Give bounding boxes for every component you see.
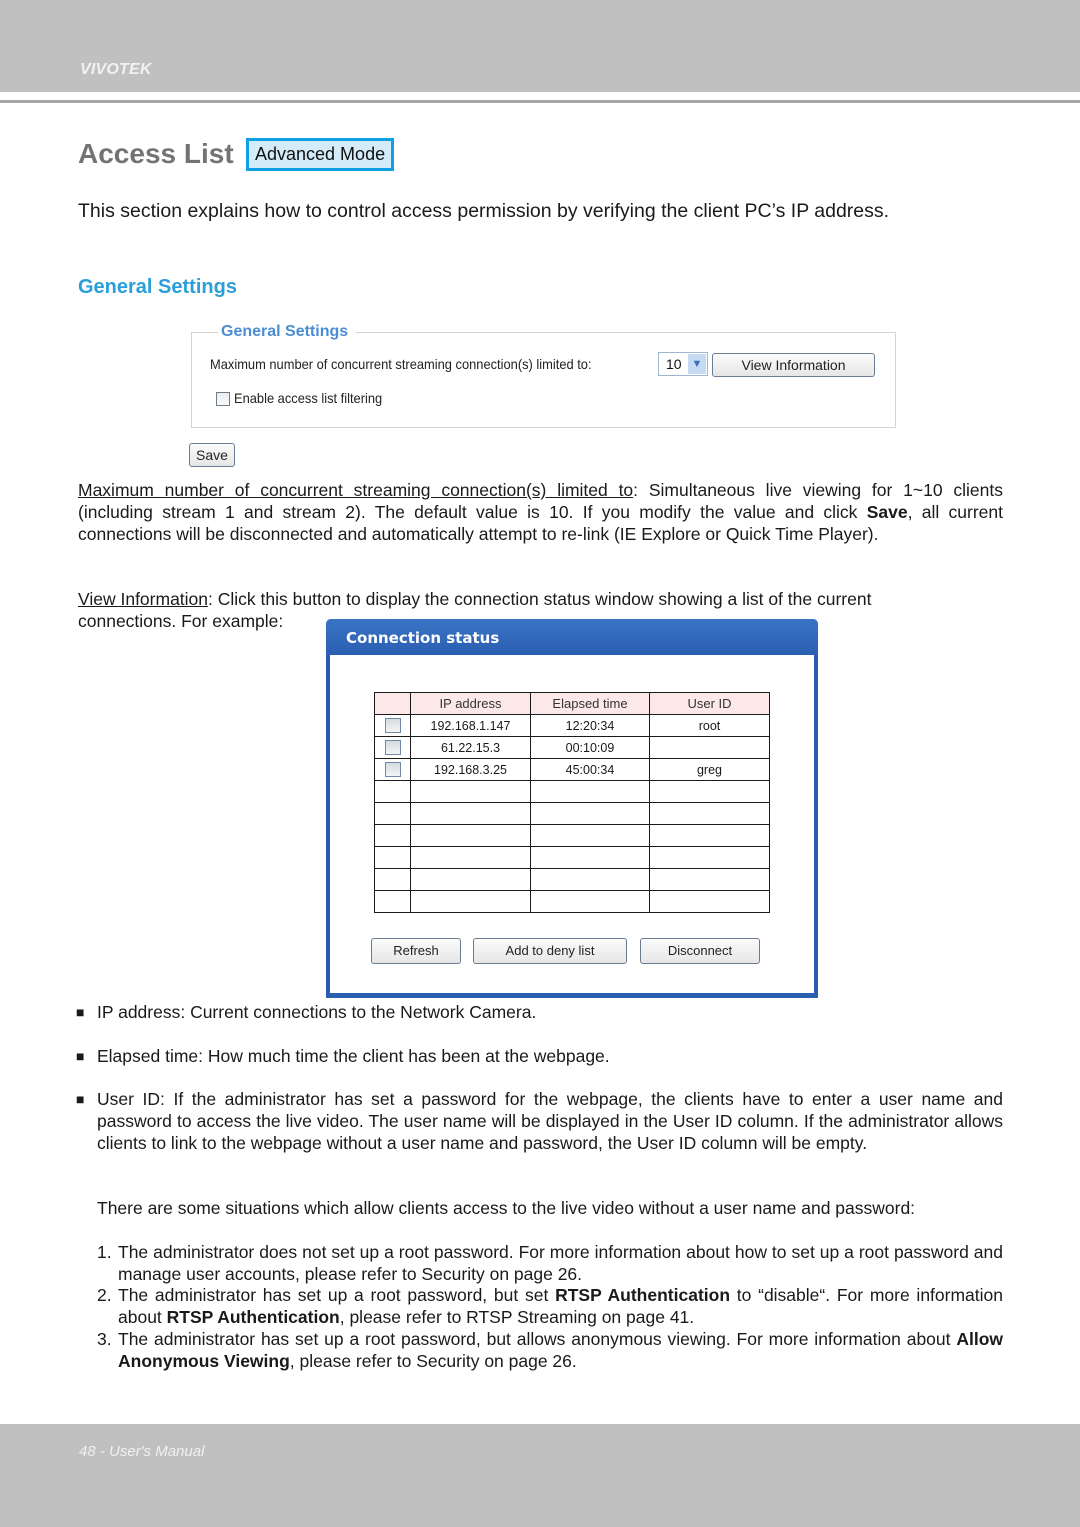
enable-access-list-checkbox[interactable] — [216, 392, 230, 406]
dialog-title: Connection status — [346, 629, 500, 647]
table-row-empty — [374, 802, 770, 825]
row-checkbox[interactable] — [384, 718, 401, 734]
empty-cell — [374, 824, 411, 847]
enable-access-list-label: Enable access list filtering — [234, 390, 383, 406]
bullet-ip-address: ■ IP address: Current connections to the… — [76, 1002, 537, 1022]
elapsed-time-cell: 45:00:34 — [530, 758, 650, 781]
table-row-empty — [374, 846, 770, 869]
row-select-cell — [374, 758, 411, 781]
empty-cell — [410, 824, 531, 847]
ip-address-cell: 61.22.15.3 — [410, 736, 531, 759]
disconnect-button[interactable]: Disconnect — [640, 938, 760, 964]
empty-cell — [410, 890, 531, 913]
row-checkbox[interactable] — [384, 740, 401, 756]
situations-intro: There are some situations which allow cl… — [97, 1198, 916, 1218]
dialog-title-bar: Connection status — [326, 619, 818, 655]
connection-status-dialog: Connection status IP address Elapsed tim… — [326, 619, 818, 998]
empty-cell — [649, 846, 770, 869]
row-checkbox[interactable] — [384, 762, 401, 778]
empty-cell — [410, 802, 531, 825]
table-header-row: IP address Elapsed time User ID — [374, 692, 770, 715]
empty-cell — [530, 868, 650, 891]
empty-cell — [410, 780, 531, 803]
row-select-cell — [374, 736, 411, 759]
page-footer: 48 - User's Manual — [79, 1443, 205, 1460]
view-information-description-cont: connections. For example: — [78, 611, 284, 631]
user-id-cell: root — [649, 714, 770, 737]
bullet-elapsed-time: ■ Elapsed time: How much time the client… — [76, 1046, 610, 1066]
ip-address-cell: 192.168.3.25 — [410, 758, 531, 781]
advanced-mode-badge: Advanced Mode — [246, 138, 395, 171]
table-row: 192.168.3.25 45:00:34 greg — [374, 758, 770, 781]
empty-cell — [649, 890, 770, 913]
table-row: 192.168.1.147 12:20:34 root — [374, 714, 770, 737]
bullet-user-id: ■ User ID: If the administrator has set … — [76, 1089, 1003, 1153]
header-select — [374, 692, 411, 715]
bullet-square-icon: ■ — [76, 1004, 85, 1020]
empty-cell — [374, 868, 411, 891]
connections-table: IP address Elapsed time User ID 192.168.… — [374, 692, 770, 913]
refresh-button[interactable]: Refresh — [371, 938, 461, 964]
save-button[interactable]: Save — [189, 443, 235, 467]
chevron-down-icon[interactable]: ▼ — [688, 354, 706, 374]
empty-cell — [649, 802, 770, 825]
intro-text: This section explains how to control acc… — [78, 200, 890, 222]
header-divider — [0, 100, 1080, 103]
fieldset-legend: General Settings — [218, 323, 357, 341]
elapsed-time-cell: 12:20:34 — [530, 714, 650, 737]
empty-cell — [649, 824, 770, 847]
empty-cell — [530, 846, 650, 869]
dialog-body: IP address Elapsed time User ID 192.168.… — [330, 655, 814, 993]
empty-cell — [410, 846, 531, 869]
elapsed-time-cell: 00:10:09 — [530, 736, 650, 759]
max-connections-description: Maximum number of concurrent streaming c… — [78, 480, 1003, 544]
add-to-deny-list-button[interactable]: Add to deny list — [473, 938, 627, 964]
empty-cell — [374, 890, 411, 913]
max-connections-select[interactable]: 10 ▼ — [658, 352, 708, 376]
section-heading: General Settings — [78, 276, 237, 298]
header-ip-address: IP address — [410, 692, 531, 715]
table-row-empty — [374, 868, 770, 891]
term-max-connections: Maximum number of concurrent streaming c… — [78, 480, 634, 500]
user-id-cell: greg — [649, 758, 770, 781]
empty-cell — [530, 890, 650, 913]
situation-item: 3. The administrator has set up a root p… — [97, 1329, 1003, 1371]
situation-item: 1. The administrator does not set up a r… — [97, 1242, 1003, 1284]
ip-address-cell: 192.168.1.147 — [410, 714, 531, 737]
header-band: VIVOTEK — [0, 0, 1080, 92]
empty-cell — [410, 868, 531, 891]
empty-cell — [530, 780, 650, 803]
table-row-empty — [374, 824, 770, 847]
page-title: Access List — [78, 138, 234, 169]
header-elapsed-time: Elapsed time — [530, 692, 650, 715]
view-information-description: View Information: Click this button to d… — [78, 589, 872, 609]
empty-cell — [530, 802, 650, 825]
select-value: 10 — [666, 356, 682, 372]
max-connections-label: Maximum number of concurrent streaming c… — [210, 356, 592, 372]
term-view-information: View Information — [78, 589, 209, 609]
table-row: 61.22.15.3 00:10:09 — [374, 736, 770, 759]
header-user-id: User ID — [649, 692, 770, 715]
footer-band — [0, 1424, 1080, 1527]
bullet-square-icon: ■ — [76, 1091, 85, 1107]
bullet-square-icon: ■ — [76, 1048, 85, 1064]
empty-cell — [374, 846, 411, 869]
user-id-cell — [649, 736, 770, 759]
row-select-cell — [374, 714, 411, 737]
brand-logo: VIVOTEK — [80, 61, 152, 78]
empty-cell — [374, 780, 411, 803]
empty-cell — [649, 780, 770, 803]
table-row-empty — [374, 890, 770, 913]
table-row-empty — [374, 780, 770, 803]
view-information-button[interactable]: View Information — [712, 353, 875, 377]
situation-item: 2. The administrator has set up a root p… — [97, 1285, 1004, 1327]
empty-cell — [374, 802, 411, 825]
empty-cell — [530, 824, 650, 847]
empty-cell — [649, 868, 770, 891]
general-settings-fieldset — [191, 332, 896, 428]
